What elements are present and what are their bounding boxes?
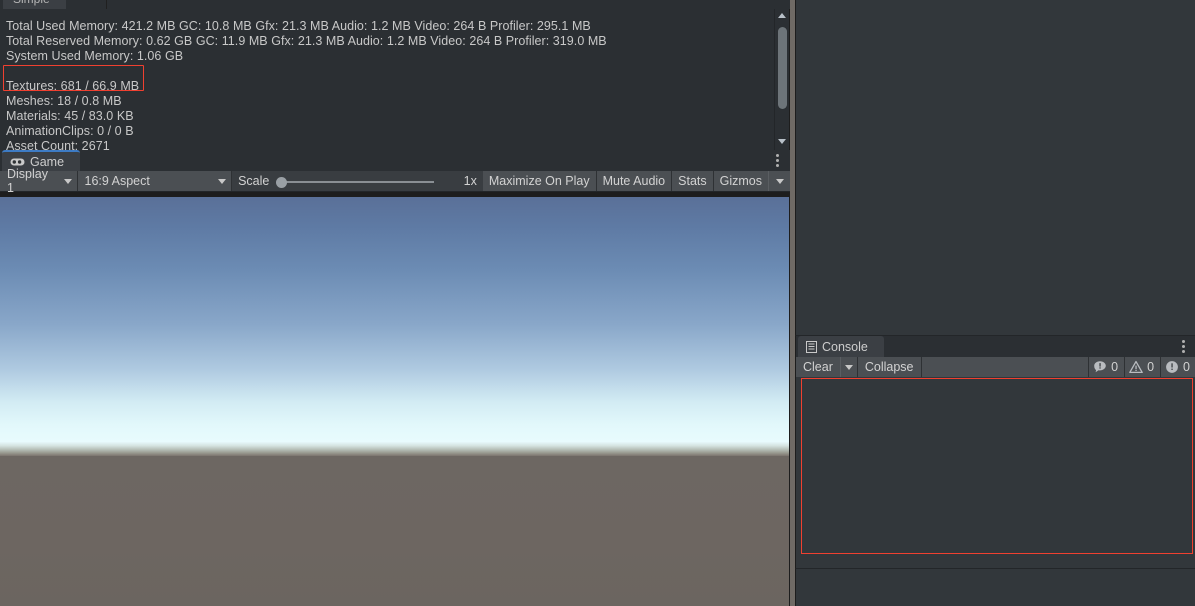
warning-count-value: 0 bbox=[1147, 360, 1155, 374]
chevron-down-icon bbox=[775, 178, 784, 184]
stat-textures: Textures: 681 / 66.9 MB bbox=[6, 79, 140, 93]
stat-meshes: Meshes: 18 / 0.8 MB bbox=[6, 94, 122, 108]
console-lines-icon bbox=[806, 340, 817, 353]
console-message-list[interactable] bbox=[801, 378, 1193, 554]
triangle-warning-icon bbox=[1129, 360, 1143, 374]
scale-label: Scale bbox=[238, 174, 270, 188]
stat-total-used-memory: Total Used Memory: 421.2 MB GC: 10.8 MB … bbox=[6, 19, 591, 33]
stat-system-used-memory: System Used Memory: 1.06 GB bbox=[6, 49, 184, 63]
collapse-label: Collapse bbox=[864, 360, 914, 374]
stats-text-body: Total Used Memory: 421.2 MB GC: 10.8 MB … bbox=[0, 9, 775, 150]
log-count-badge[interactable]: 0 bbox=[1089, 357, 1126, 377]
horizon-band bbox=[0, 442, 789, 456]
clear-dropdown-button[interactable] bbox=[839, 357, 858, 377]
display-dropdown-label: Display 1 bbox=[7, 167, 48, 195]
stats-tabstrip: Simple bbox=[0, 0, 790, 9]
stats-label: Stats bbox=[678, 174, 707, 188]
console-toolbar: Clear Collapse 0 0 0 bbox=[796, 357, 1195, 377]
stats-scrollbar[interactable] bbox=[774, 9, 789, 150]
game-toolbar-right-group: Maximize On Play Mute Audio Stats Gizmos bbox=[482, 171, 791, 191]
aspect-ratio-dropdown[interactable]: 16:9 Aspect bbox=[77, 171, 233, 191]
console-options-kebab-icon[interactable] bbox=[1182, 340, 1185, 354]
sky-gradient bbox=[0, 197, 789, 442]
scroll-up-arrow-icon[interactable] bbox=[775, 9, 790, 22]
aspect-dropdown-label: 16:9 Aspect bbox=[84, 174, 150, 188]
game-render-view[interactable] bbox=[0, 192, 789, 606]
stats-button[interactable]: Stats bbox=[672, 171, 714, 191]
stats-panel: Simple Total Used Memory: 421.2 MB GC: 1… bbox=[0, 0, 790, 150]
tab-console-label: Console bbox=[822, 339, 868, 354]
speech-bubble-info-icon bbox=[1093, 360, 1107, 374]
warning-count-badge[interactable]: 0 bbox=[1125, 357, 1162, 377]
stats-tab-simple[interactable]: Simple bbox=[3, 0, 66, 9]
error-count-badge[interactable]: 0 bbox=[1161, 357, 1195, 377]
game-toolbar: Display 1 16:9 Aspect Scale 1x Maximize … bbox=[0, 167, 791, 195]
scale-slider-group[interactable]: Scale 1x bbox=[232, 171, 483, 191]
bottom-empty-panel bbox=[795, 568, 1195, 606]
right-top-empty-panel bbox=[795, 0, 1195, 335]
stats-tab-label: Simple bbox=[13, 0, 50, 6]
circle-error-icon bbox=[1165, 360, 1179, 374]
scale-slider-track[interactable] bbox=[279, 181, 435, 183]
display-dropdown[interactable]: Display 1 bbox=[0, 167, 78, 195]
error-count-value: 0 bbox=[1183, 360, 1190, 374]
log-count-value: 0 bbox=[1111, 360, 1119, 374]
gizmos-label: Gizmos bbox=[719, 174, 763, 188]
collapse-button[interactable]: Collapse bbox=[857, 357, 922, 377]
tab-console[interactable]: Console bbox=[798, 336, 884, 357]
gizmos-button[interactable]: Gizmos bbox=[713, 171, 769, 191]
mute-audio-button[interactable]: Mute Audio bbox=[596, 171, 673, 191]
stat-materials: Materials: 45 / 83.0 KB bbox=[6, 109, 134, 123]
chevron-down-icon bbox=[218, 178, 227, 184]
panel-options-kebab-icon[interactable] bbox=[776, 154, 779, 168]
scroll-down-arrow-icon[interactable] bbox=[775, 135, 790, 148]
maximize-on-play-button[interactable]: Maximize On Play bbox=[482, 171, 597, 191]
scale-slider-knob[interactable] bbox=[276, 176, 288, 188]
chevron-down-icon bbox=[63, 178, 72, 184]
console-tabstrip: Console bbox=[796, 336, 1195, 357]
tabstrip-divider bbox=[106, 0, 107, 9]
scrollbar-thumb[interactable] bbox=[778, 27, 787, 109]
maximize-on-play-label: Maximize On Play bbox=[488, 174, 590, 188]
chevron-down-icon bbox=[844, 364, 853, 370]
mute-audio-label: Mute Audio bbox=[602, 174, 666, 188]
console-toolbar-filler bbox=[921, 357, 1090, 377]
game-tabstrip: Game bbox=[0, 150, 790, 171]
ground-plane bbox=[0, 456, 789, 606]
right-column: Console Clear Collapse 0 0 0 bbox=[790, 0, 1195, 606]
clear-button[interactable]: Clear bbox=[796, 357, 840, 377]
stat-asset-count: Asset Count: 2671 bbox=[6, 139, 110, 150]
left-column: Simple Total Used Memory: 421.2 MB GC: 1… bbox=[0, 0, 791, 606]
stat-total-reserved-memory: Total Reserved Memory: 0.62 GB GC: 11.9 … bbox=[6, 34, 607, 48]
gizmos-dropdown-button[interactable] bbox=[768, 171, 791, 191]
scale-value-label: 1x bbox=[463, 174, 477, 188]
console-panel: Console Clear Collapse 0 0 0 bbox=[795, 335, 1195, 568]
gamepad-icon bbox=[10, 157, 25, 167]
stat-animation-clips: AnimationClips: 0 / 0 B bbox=[6, 124, 134, 138]
game-panel: Game Display 1 16:9 Aspect Scale 1x Maxi… bbox=[0, 150, 791, 606]
unity-editor-window: Simple Total Used Memory: 421.2 MB GC: 1… bbox=[0, 0, 1195, 606]
clear-label: Clear bbox=[803, 360, 833, 374]
